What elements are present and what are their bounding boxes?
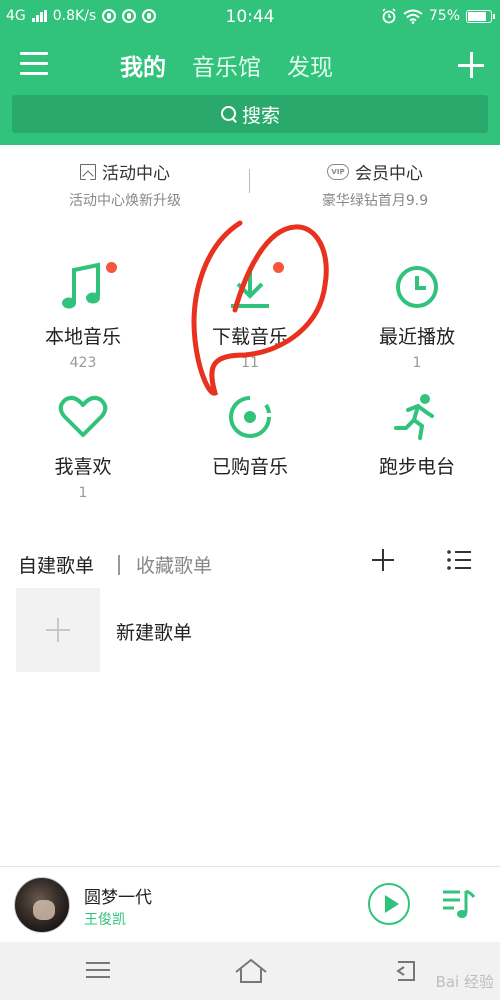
grid-item-running-radio[interactable]: 跑步电台 [334,390,500,503]
tab-fav-playlists[interactable]: 收藏歌单 [136,551,212,578]
vip-subtitle: 豪华绿钻首月9.9 [321,193,429,209]
grid-label: 本地音乐 [44,326,121,348]
search-icon [220,105,238,123]
grid-count [167,485,333,503]
alarm-icon [382,8,396,24]
add-button[interactable] [458,52,484,78]
system-nav-bar: Bai 经验 [0,942,500,1000]
tab-music-hall[interactable]: 音乐馆 [192,48,261,82]
status-right: 75% [381,8,495,24]
manage-list-icon[interactable] [446,549,472,571]
grid-item-purchased[interactable]: 已购音乐 [167,390,333,503]
vip-icon: VIP [327,163,349,180]
mini-player[interactable]: 圆梦一代 王俊凯 [0,866,500,942]
battery-percent: 75% [428,8,460,24]
nav-tabs: 我的 音乐馆 发现 [120,48,333,82]
grid-label: 跑步电台 [378,456,455,478]
tab-mine[interactable]: 我的 [120,48,166,82]
heart-icon [0,390,166,444]
vip-center[interactable]: VIP 会员中心 豪华绿钻首月9.9 [250,159,500,210]
song-artist: 王俊凯 [84,912,126,928]
vip-title: VIP 会员中心 [250,159,500,184]
battery-icon [466,9,495,23]
tab-separator [118,555,120,575]
runner-icon [334,390,500,444]
tab-own-playlists[interactable]: 自建歌单 [18,551,94,578]
wifi-icon [403,9,423,24]
grid-count [334,485,500,503]
play-button[interactable] [368,883,410,925]
activity-title: 活动中心 [0,159,250,184]
grid-label: 已购音乐 [211,456,288,478]
grid-count: 1 [78,485,88,501]
promo-row: 活动中心 活动中心焕新升级 VIP 会员中心 豪华绿钻首月9.9 [0,145,500,223]
grid-label: 最近播放 [378,326,455,348]
watermark: Bai 经验 [435,973,494,991]
clock-icon [334,260,500,314]
back-icon[interactable] [392,958,418,984]
vip-title-text: 会员中心 [355,164,423,184]
status-bar: 4G 0.8K/s 10:44 75% [0,0,500,36]
grid-count: 1 [412,355,422,371]
plus-icon [16,588,100,672]
menu-button[interactable] [20,52,48,78]
activity-center[interactable]: 活动中心 活动中心焕新升级 [0,159,250,210]
home-icon[interactable] [234,958,268,984]
playlist-queue-icon[interactable] [440,887,476,921]
grid-item-favorites[interactable]: 我喜欢 1 [0,390,166,503]
tab-discover[interactable]: 发现 [287,48,333,82]
activity-subtitle: 活动中心焕新升级 [69,193,181,209]
search-bar[interactable]: 搜索 [12,95,488,133]
grid-item-local-music[interactable]: 本地音乐 423 [0,260,166,373]
new-playlist-row[interactable]: 新建歌单 [16,588,486,672]
new-badge [106,262,117,273]
add-playlist-button[interactable] [372,549,394,571]
music-note-icon [0,260,166,314]
annotation-circle [191,220,329,396]
nav-bar: 我的 音乐馆 发现 [0,40,500,92]
grid-count: 423 [69,355,97,371]
system-menu-button[interactable] [86,962,110,980]
playlists-header: 自建歌单 收藏歌单 [0,545,500,585]
search-label: 搜索 [241,104,280,127]
grid-label: 我喜欢 [54,456,112,478]
album-avatar[interactable] [14,877,70,933]
flag-icon [80,163,96,180]
song-title: 圆梦一代 [84,888,152,908]
new-playlist-label: 新建歌单 [116,622,193,644]
activity-title-text: 活动中心 [102,164,170,184]
top-header: 4G 0.8K/s 10:44 75% 我的 音乐馆 发现 搜索 [0,0,500,145]
grid-item-recent[interactable]: 最近播放 1 [334,260,500,373]
